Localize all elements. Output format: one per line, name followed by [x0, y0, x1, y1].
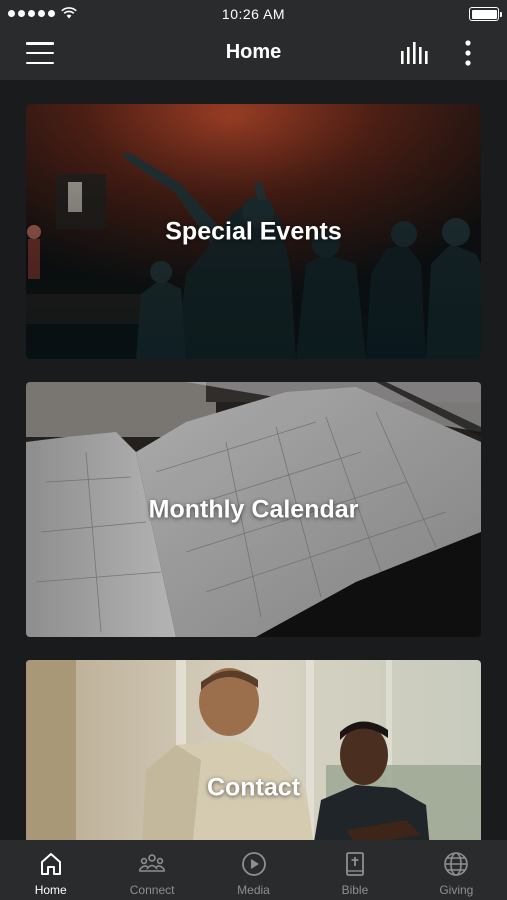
bottom-tab-bar: Home Connect Media Bible Giving	[0, 840, 507, 900]
globe-icon	[444, 852, 469, 876]
tab-giving[interactable]: Giving	[406, 840, 507, 900]
tab-label: Giving	[439, 883, 474, 897]
conversation-image	[26, 660, 481, 840]
page-title: Home	[225, 41, 282, 63]
main-content: Special Events Monthly Calendar Contact	[0, 80, 507, 840]
tab-label: Bible	[341, 883, 369, 897]
tab-connect[interactable]: Connect	[101, 840, 202, 900]
card-title: Special Events	[165, 217, 342, 245]
monthly-calendar-card[interactable]: Monthly Calendar	[26, 382, 481, 637]
bible-icon	[346, 852, 364, 876]
home-icon	[40, 853, 61, 875]
status-bar: 10:26 AM	[0, 0, 507, 28]
tab-label: Home	[34, 883, 67, 897]
tab-home[interactable]: Home	[0, 840, 101, 900]
tab-label: Connect	[129, 883, 175, 897]
tab-bible[interactable]: Bible	[304, 840, 405, 900]
contact-card[interactable]: Contact	[26, 660, 481, 840]
hamburger-menu-button[interactable]	[26, 42, 54, 64]
people-icon	[138, 854, 166, 872]
more-options-icon[interactable]	[458, 38, 478, 68]
app-bar: Home	[0, 28, 507, 80]
play-icon	[241, 852, 266, 876]
card-title: Contact	[206, 773, 301, 802]
battery-icon	[469, 7, 502, 21]
equalizer-icon[interactable]	[398, 40, 430, 66]
tab-media[interactable]: Media	[203, 840, 304, 900]
special-events-card[interactable]: Special Events	[26, 104, 481, 359]
tab-label: Media	[237, 883, 270, 897]
card-title: Monthly Calendar	[148, 495, 359, 523]
status-time: 10:26 AM	[221, 6, 286, 22]
